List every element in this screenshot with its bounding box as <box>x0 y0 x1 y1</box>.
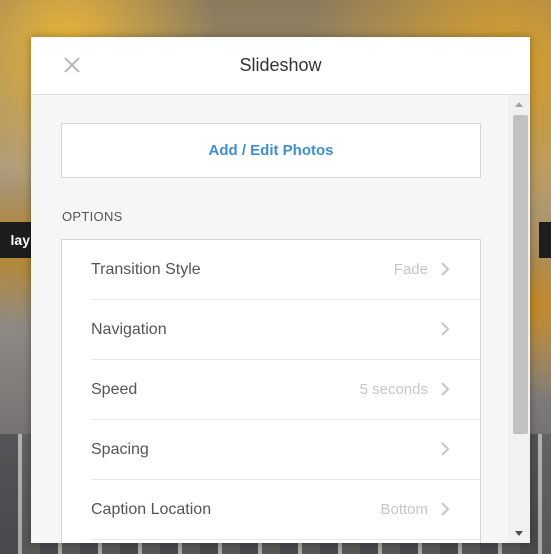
add-edit-photos-button[interactable]: Add / Edit Photos <box>61 123 481 178</box>
option-label: Navigation <box>91 321 167 338</box>
option-speed[interactable]: Speed 5 seconds <box>91 360 480 420</box>
option-value: Bottom <box>380 501 428 518</box>
slideshow-modal: Slideshow Add / Edit Photos OPTIONS Tran… <box>31 37 530 543</box>
background-left-label: lay <box>0 222 32 258</box>
chevron-right-icon <box>441 502 450 516</box>
option-value: Fade <box>393 261 428 278</box>
option-navigation[interactable]: Navigation <box>91 300 480 360</box>
modal-body: Add / Edit Photos OPTIONS Transition Sty… <box>31 95 508 543</box>
modal-header: Slideshow <box>31 37 530 95</box>
triangle-down-icon <box>515 531 523 536</box>
options-list: Transition Style Fade Navigation Speed 5… <box>61 239 481 543</box>
option-label: Spacing <box>91 441 149 458</box>
chevron-right-icon <box>441 322 450 336</box>
option-label: Caption Location <box>91 501 212 518</box>
option-label: Transition Style <box>91 261 201 278</box>
chevron-right-icon <box>441 262 450 276</box>
option-caption-location[interactable]: Caption Location Bottom <box>91 480 480 540</box>
chevron-right-icon <box>441 442 450 456</box>
option-value: 5 seconds <box>359 381 428 398</box>
option-label: Speed <box>91 381 138 398</box>
modal-title: Slideshow <box>239 55 322 75</box>
option-spacing[interactable]: Spacing <box>91 420 480 480</box>
scroll-thumb[interactable] <box>513 115 528 434</box>
scroll-down-button[interactable] <box>508 525 530 543</box>
vertical-scrollbar[interactable] <box>508 95 530 543</box>
triangle-up-icon <box>515 102 523 107</box>
options-heading: OPTIONS <box>62 209 123 224</box>
scroll-up-button[interactable] <box>508 95 530 113</box>
chevron-right-icon <box>441 382 450 396</box>
option-transition-style[interactable]: Transition Style Fade <box>91 240 480 300</box>
background-right-label <box>539 222 551 258</box>
